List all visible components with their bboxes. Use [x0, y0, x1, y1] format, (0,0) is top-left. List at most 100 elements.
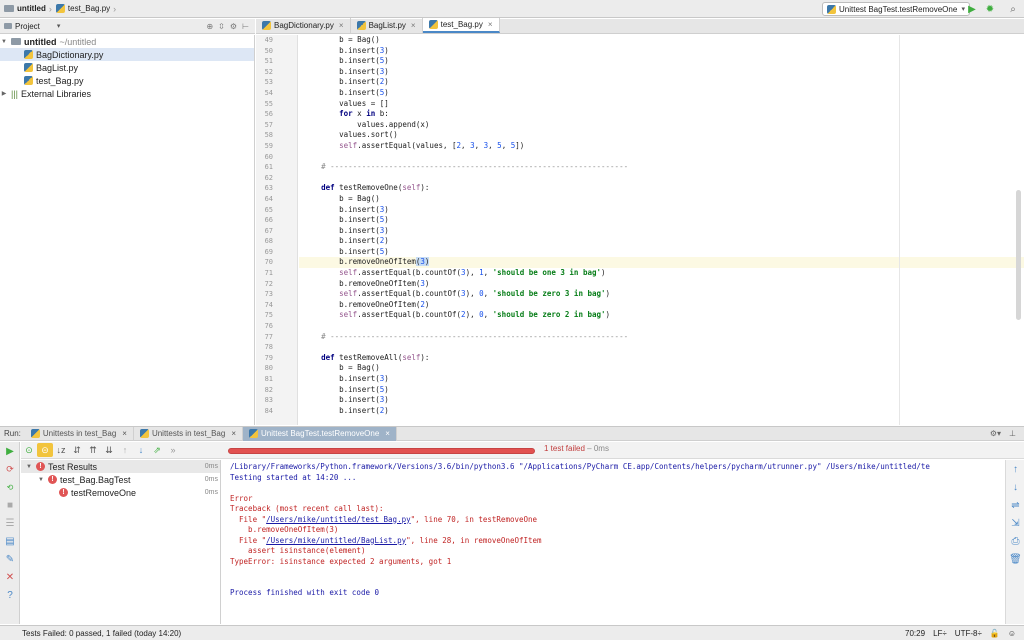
- line-number: 71: [264, 269, 273, 278]
- tree-root[interactable]: ▼ untitled ~/untitled: [0, 35, 254, 48]
- scroll-up-icon[interactable]: ↑: [1006, 460, 1024, 478]
- close-icon[interactable]: ×: [385, 429, 390, 438]
- console-output[interactable]: /Library/Frameworks/Python.framework/Ver…: [222, 460, 1004, 624]
- code-line: self.assertEqual(values, [2, 3, 3, 5, 5]…: [339, 140, 525, 150]
- gear-icon[interactable]: ⚙▾: [990, 429, 1001, 438]
- code-line: self.assertEqual(b.countOf(2), 0, 'shoul…: [339, 310, 611, 320]
- show-passed-icon[interactable]: ⊙: [21, 443, 37, 457]
- breadcrumb-project[interactable]: untitled: [4, 4, 46, 13]
- project-panel-header: Project ▾ ⊕ ⇳ ⚙ ⊢: [0, 19, 255, 34]
- run-label: Run:: [4, 429, 21, 438]
- status-message[interactable]: Tests Failed: 0 passed, 1 failed (today …: [22, 629, 181, 638]
- tree-item-label: test_Bag.py: [36, 75, 84, 86]
- target-icon[interactable]: ⊕: [206, 22, 213, 31]
- debug-icon[interactable]: ✹: [983, 2, 997, 16]
- gear-icon[interactable]: ⚙: [230, 22, 237, 31]
- test-method-node[interactable]: ! testRemoveOne 0ms: [21, 486, 220, 499]
- expand-arrow-icon[interactable]: ▼: [0, 39, 8, 45]
- close-icon[interactable]: ×: [411, 21, 416, 30]
- line-separator[interactable]: LF÷: [933, 629, 947, 638]
- code-line: b.insert(5): [303, 215, 389, 225]
- close-icon[interactable]: ×: [488, 20, 493, 29]
- chevron-down-icon[interactable]: ▾: [57, 22, 61, 30]
- line-number: 51: [264, 57, 273, 66]
- restore-layout-icon[interactable]: ▤: [0, 532, 20, 550]
- line-number: 79: [264, 353, 273, 362]
- code-line: values.append(x): [303, 119, 430, 129]
- line-number: 57: [264, 120, 273, 129]
- trash-icon[interactable]: 🗑: [1006, 550, 1024, 568]
- tree-item-external-libraries[interactable]: ▶ ||| External Libraries: [0, 87, 254, 100]
- run-tab-label: Unittests in test_Bag: [151, 429, 226, 438]
- run-configuration-select[interactable]: Unittest BagTest.testRemoveOne ▾: [822, 2, 970, 16]
- breadcrumb-file[interactable]: test_Bag.py: [55, 4, 110, 13]
- line-number: 53: [264, 78, 273, 87]
- tree-item-test-bag[interactable]: test_Bag.py: [0, 74, 254, 87]
- tab-bagdictionary[interactable]: BagDictionary.py ×: [256, 18, 351, 33]
- test-method-label: testRemoveOne: [71, 487, 137, 498]
- stop-icon[interactable]: ■: [0, 496, 20, 514]
- more-icon[interactable]: »: [165, 443, 181, 457]
- tree-root-label: untitled: [24, 36, 57, 47]
- toggle-auto-test-icon[interactable]: ⟲: [0, 478, 20, 496]
- layout-icon[interactable]: ☰: [0, 514, 20, 532]
- line-number: 78: [264, 343, 273, 352]
- inspector-icon[interactable]: ☺: [1008, 629, 1016, 638]
- close-icon[interactable]: ×: [339, 21, 344, 30]
- close-icon[interactable]: ✕: [0, 568, 20, 586]
- sort-alpha-icon[interactable]: ↓z: [53, 443, 69, 457]
- expand-arrow-icon[interactable]: ▶: [0, 90, 8, 97]
- expand-all-icon[interactable]: ⇈: [85, 443, 101, 457]
- code-editor[interactable]: b = Bag() b.insert(3) b.insert(5) b.inse…: [299, 35, 1024, 425]
- hide-panel-icon[interactable]: ⊥: [1009, 429, 1016, 438]
- pin-icon[interactable]: ✎: [0, 550, 20, 568]
- run-tab-testremoveone[interactable]: Unittest BagTest.testRemoveOne ×: [243, 426, 397, 441]
- run-tab-label: Unittests in test_Bag: [42, 429, 117, 438]
- test-class-node[interactable]: ▼ ! test_Bag.BagTest 0ms: [21, 473, 220, 486]
- file-encoding[interactable]: UTF-8÷: [955, 629, 982, 638]
- scroll-down-icon[interactable]: ↓: [1006, 478, 1024, 496]
- export-icon[interactable]: ⇗: [149, 443, 165, 457]
- test-results-root[interactable]: ▼ ! Test Results 0ms: [21, 460, 220, 473]
- project-panel-title[interactable]: Project: [15, 22, 40, 31]
- run-tab-unittests-1[interactable]: Unittests in test_Bag ×: [25, 426, 134, 441]
- caret-position[interactable]: 70:29: [905, 629, 925, 638]
- console-text: File ": [230, 535, 267, 545]
- search-icon[interactable]: ⌕: [1006, 2, 1020, 16]
- collapse-all-icon[interactable]: ⇊: [101, 443, 117, 457]
- tree-item-baglist[interactable]: BagList.py: [0, 61, 254, 74]
- sort-duration-icon[interactable]: ⇵: [69, 443, 85, 457]
- console-file-link[interactable]: /Users/mike/untitled/test_Bag.py: [266, 515, 411, 524]
- console-file-link[interactable]: /Users/mike/untitled/BagList.py: [266, 536, 406, 545]
- scroll-to-end-icon[interactable]: ⇲: [1006, 514, 1024, 532]
- lock-icon[interactable]: 🔓: [990, 629, 1000, 638]
- close-icon[interactable]: ×: [231, 429, 236, 438]
- expand-arrow-icon[interactable]: ▼: [37, 477, 45, 483]
- code-line: b = Bag(): [303, 363, 380, 373]
- expand-arrow-icon[interactable]: ▼: [25, 464, 33, 470]
- show-ignored-icon[interactable]: ⊝: [37, 443, 53, 457]
- run-tab-unittests-2[interactable]: Unittests in test_Bag ×: [134, 426, 243, 441]
- collapse-icon[interactable]: ⇳: [218, 22, 225, 31]
- tree-item-bagdictionary[interactable]: BagDictionary.py: [0, 48, 254, 61]
- tab-test-bag[interactable]: test_Bag.py ×: [422, 18, 500, 33]
- line-number: 59: [264, 141, 273, 150]
- line-number: 80: [264, 364, 273, 373]
- editor-scrollbar[interactable]: [1016, 190, 1021, 320]
- close-icon[interactable]: ×: [122, 429, 127, 438]
- rerun-icon[interactable]: ▶: [0, 442, 20, 460]
- editor-tab-bar: BagDictionary.py × BagList.py × test_Bag…: [256, 18, 1024, 34]
- soft-wrap-icon[interactable]: ⇌: [1006, 496, 1024, 514]
- rerun-failed-icon[interactable]: ⟳: [0, 460, 20, 478]
- previous-failed-icon[interactable]: ↑: [117, 443, 133, 457]
- next-failed-icon[interactable]: ↓: [133, 443, 149, 457]
- hide-icon[interactable]: ⊢: [242, 22, 249, 31]
- print-icon[interactable]: ⎙: [1006, 532, 1024, 550]
- help-icon[interactable]: ?: [0, 586, 20, 604]
- run-icon[interactable]: ▶: [965, 2, 979, 16]
- line-number: 84: [264, 406, 273, 415]
- tab-baglist[interactable]: BagList.py ×: [351, 18, 423, 33]
- code-line: values = []: [303, 98, 389, 108]
- tree-item-label: External Libraries: [21, 88, 92, 99]
